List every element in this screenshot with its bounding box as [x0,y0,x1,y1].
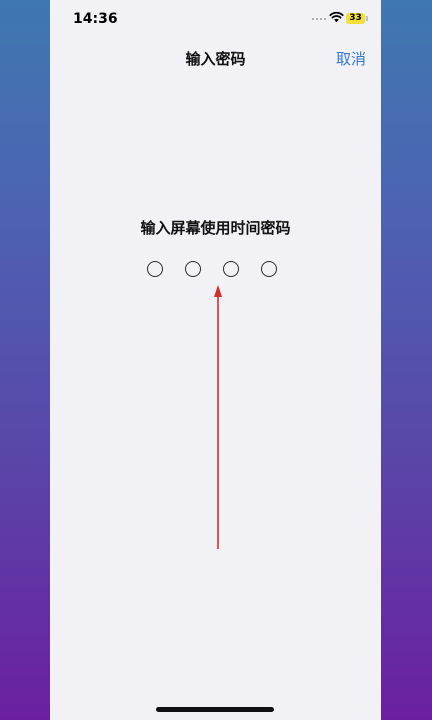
wifi-icon [329,11,344,23]
status-time: 14:36 [73,11,118,27]
nav-title: 输入密码 [185,50,246,68]
battery-tip [366,16,368,21]
red-arrow-up-icon [214,285,222,549]
signal-dots-icon [312,15,326,23]
status-bar: 14:36 33 [50,0,381,40]
passcode-dot [223,261,239,277]
passcode-dot [147,261,163,277]
passcode-prompt: 输入屏幕使用时间密码 [140,219,291,237]
passcode-dot [261,261,277,277]
cancel-button[interactable]: 取消 [336,48,366,69]
passcode-dots[interactable] [147,261,287,279]
passcode-dot [185,261,201,277]
battery-indicator: 33 [346,13,365,24]
home-indicator[interactable] [156,707,274,712]
phone-screen: 14:36 33 输入密码 取消 输入屏幕使用时间密码 [50,0,381,720]
